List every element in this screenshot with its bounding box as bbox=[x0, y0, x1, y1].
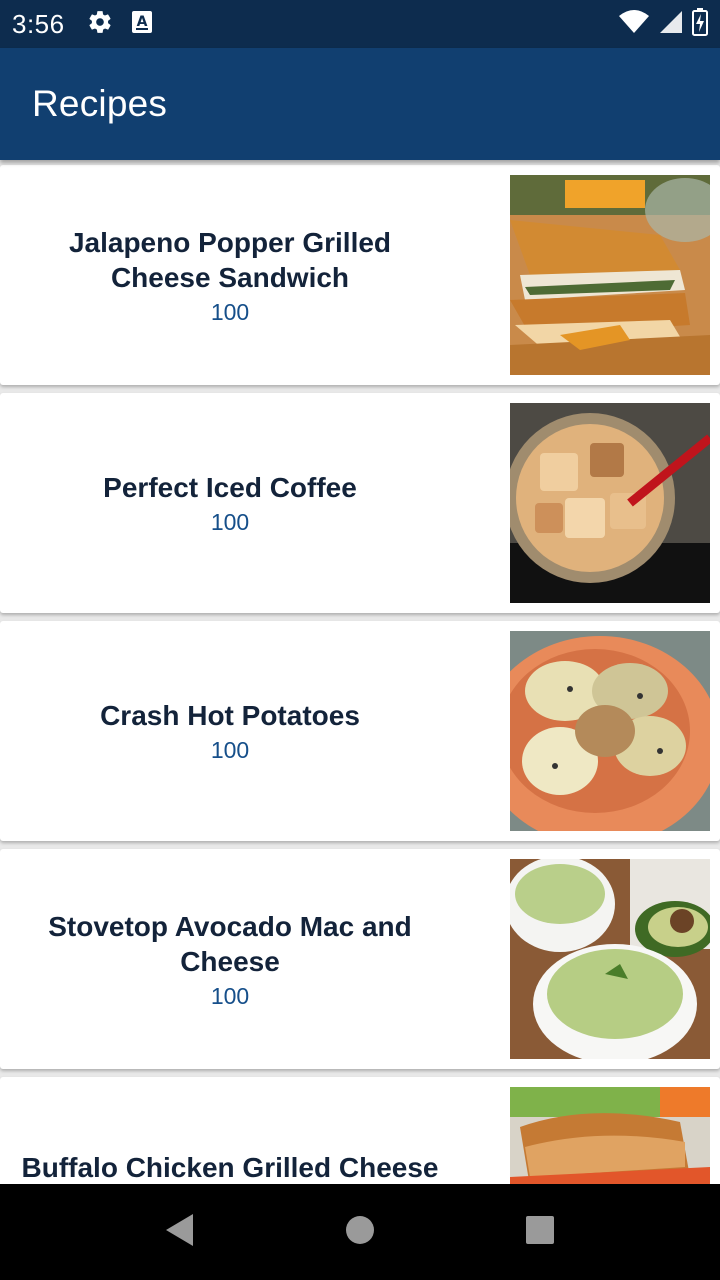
recipe-title: Stovetop Avocado Mac and Cheese bbox=[48, 910, 412, 977]
back-button[interactable] bbox=[120, 1184, 240, 1280]
recipe-card[interactable]: Jalapeno Popper Grilled Cheese Sandwich … bbox=[0, 165, 720, 385]
recipe-count: 100 bbox=[210, 982, 250, 1009]
recipe-count: 100 bbox=[210, 737, 250, 763]
status-time: 3:56 bbox=[12, 8, 65, 39]
settings-icon bbox=[87, 9, 113, 40]
recipe-title: Jalapeno Popper Grilled Cheese Sandwich bbox=[68, 226, 392, 293]
recipe-count: 100 bbox=[210, 298, 250, 325]
app-bar: Recipes bbox=[0, 48, 720, 160]
recipe-title: Buffalo Chicken Grilled Cheese Sandwich bbox=[21, 1152, 439, 1183]
recipe-card[interactable]: Crash Hot Potatoes 100 bbox=[0, 621, 720, 841]
recipe-card[interactable]: Perfect Iced Coffee 100 bbox=[0, 393, 720, 613]
home-icon bbox=[344, 1214, 376, 1251]
grilled-cheese-photo bbox=[510, 175, 710, 375]
app-title: Recipes bbox=[32, 83, 168, 124]
recipe-title: Perfect Iced Coffee bbox=[103, 472, 357, 503]
font-a-icon: A bbox=[131, 10, 153, 39]
recipe-card[interactable]: Stovetop Avocado Mac and Cheese 100 bbox=[0, 849, 720, 1069]
svg-text:A: A bbox=[136, 14, 147, 30]
recipe-list[interactable]: Jalapeno Popper Grilled Cheese Sandwich … bbox=[0, 160, 720, 1184]
wifi-icon bbox=[618, 9, 650, 40]
battery-charging-icon bbox=[692, 7, 708, 41]
recents-icon bbox=[524, 1214, 556, 1251]
iced-coffee-photo bbox=[510, 403, 710, 603]
back-icon bbox=[163, 1212, 197, 1253]
status-bar: 3:56 A bbox=[0, 0, 720, 48]
recipe-card[interactable]: Buffalo Chicken Grilled Cheese Sandwich bbox=[0, 1077, 720, 1184]
recents-button[interactable] bbox=[480, 1184, 600, 1280]
home-button[interactable] bbox=[300, 1184, 420, 1280]
recipe-count: 100 bbox=[210, 509, 250, 535]
buffalo-sandwich-photo bbox=[510, 1087, 710, 1184]
mac-and-cheese-photo bbox=[510, 859, 710, 1059]
cell-signal-icon bbox=[658, 9, 684, 40]
potatoes-photo bbox=[510, 631, 710, 831]
recipe-title: Crash Hot Potatoes bbox=[100, 700, 360, 731]
navigation-bar bbox=[0, 1184, 720, 1280]
